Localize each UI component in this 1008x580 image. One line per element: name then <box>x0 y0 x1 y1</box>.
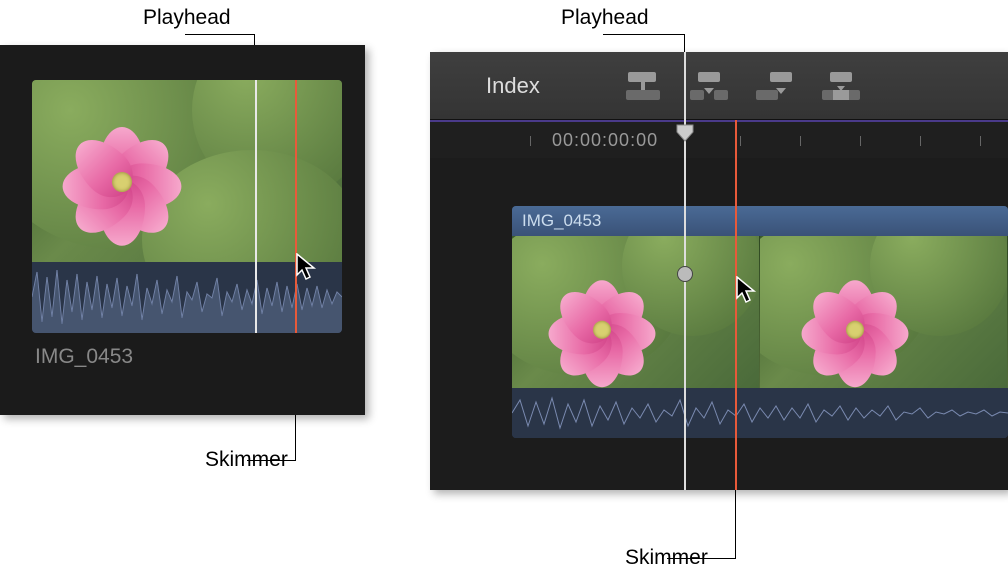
playhead[interactable] <box>255 80 257 333</box>
browser-panel: IMG_0453 <box>0 45 365 415</box>
playhead-label-right: Playhead <box>561 6 649 30</box>
timeline-panel: Index 00:00:00:00 IMG_0453 <box>430 52 1008 490</box>
leader-line <box>247 460 296 461</box>
skimmer[interactable] <box>735 120 737 490</box>
clip-name-label: IMG_0453 <box>35 345 133 369</box>
playhead-label-left: Playhead <box>143 6 231 30</box>
timeline-toolbar: Index <box>430 52 1008 120</box>
timecode-label: 00:00:00:00 <box>552 130 658 151</box>
leader-line <box>185 34 254 35</box>
connect-clip-icon[interactable] <box>624 70 662 102</box>
timeline-clip-name: IMG_0453 <box>512 206 1008 236</box>
timeline-area[interactable]: IMG_0453 <box>430 158 1008 490</box>
index-button[interactable]: Index <box>462 65 564 107</box>
timeline-ruler[interactable]: 00:00:00:00 <box>430 120 1008 158</box>
append-clip-icon[interactable] <box>756 70 794 102</box>
leader-line <box>735 490 736 558</box>
timeline-clip[interactable]: IMG_0453 <box>512 206 1008 438</box>
overwrite-clip-icon[interactable] <box>822 70 860 102</box>
leader-line <box>295 415 296 460</box>
cursor-icon <box>736 276 758 304</box>
leader-line <box>667 558 736 559</box>
skimmer[interactable] <box>295 80 297 333</box>
cursor-icon <box>296 253 318 281</box>
insert-clip-icon[interactable] <box>690 70 728 102</box>
clip-filmstrip <box>512 236 1008 388</box>
timeline-audio-waveform <box>512 388 1008 438</box>
leader-line <box>603 34 684 35</box>
